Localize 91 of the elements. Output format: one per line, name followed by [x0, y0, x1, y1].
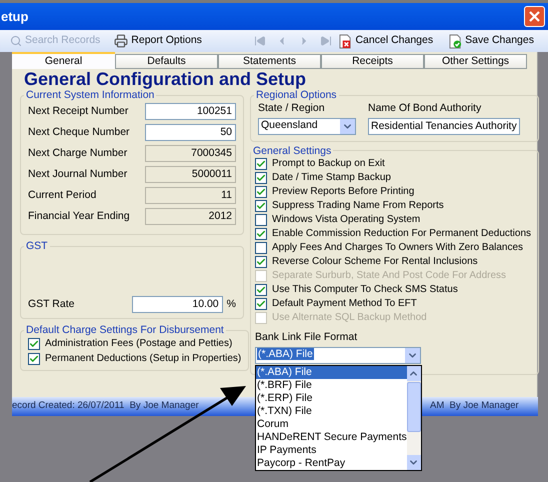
option-label: Permanent Deductions (Setup in Properties)	[45, 352, 242, 366]
number-field[interactable]: 2012	[145, 208, 236, 225]
check-icon	[256, 228, 266, 239]
group-title: Regional Options	[255, 89, 338, 101]
option-label: Enable Commission Reduction For Permanent Deductions	[272, 227, 532, 242]
tab[interactable]: Defaults	[115, 54, 218, 69]
checkbox[interactable]	[255, 256, 267, 268]
option-label: Date / Time Stamp Backup	[272, 171, 391, 186]
checkbox[interactable]	[255, 284, 267, 296]
field-label: GST Rate	[28, 296, 74, 312]
field-label: Next Receipt Number	[28, 104, 128, 119]
dropdown-option[interactable]: (*.TXN) File	[256, 404, 407, 418]
option-label: Apply Fees And Charges To Owners With Zero Balances	[272, 241, 524, 256]
field-label: Bank Link File Format	[255, 330, 358, 345]
option-label: Use Alternate SQL Backup Method	[272, 311, 427, 326]
number-field[interactable]: 7000345	[145, 145, 236, 162]
checkbox[interactable]	[255, 214, 267, 226]
check-icon	[256, 158, 266, 169]
option-label: Suppress Trading Name From Reports	[272, 199, 444, 214]
text-field[interactable]: Residential Tenancies Authority	[368, 118, 520, 135]
selected-value: (*.ABA) File	[257, 348, 314, 360]
check-icon	[256, 256, 266, 267]
scrollbar[interactable]	[406, 366, 421, 470]
option-label: Preview Reports Before Printing	[272, 185, 414, 200]
check-icon	[256, 284, 266, 295]
field-label: Current Period	[28, 188, 96, 203]
number-field[interactable]: 5000011	[145, 166, 236, 183]
checkbox[interactable]	[255, 172, 267, 184]
tab[interactable]: Receipts	[321, 54, 424, 69]
dropdown-option[interactable]: Corum	[256, 418, 407, 430]
number-field[interactable]: 100251	[145, 103, 236, 120]
option-label: Reverse Colour Scheme For Rental Inclusions	[272, 255, 478, 270]
state-select[interactable]: Queensland	[258, 118, 356, 135]
scroll-thumb[interactable]	[406, 382, 421, 432]
checkbox[interactable]	[255, 158, 267, 170]
save-button[interactable]: Save Changes	[447, 33, 536, 49]
close-button[interactable]	[524, 6, 545, 27]
tab[interactable]: General	[12, 52, 115, 69]
check-icon	[256, 186, 266, 197]
unit-label: %	[226, 296, 236, 312]
dropdown-option[interactable]: Paycorp - RentPay	[256, 456, 407, 470]
option-label: Windows Vista Operating System	[272, 213, 420, 228]
field-label: Next Journal Number	[28, 166, 128, 182]
check-icon	[256, 172, 266, 183]
field-label: Next Charge Number	[28, 146, 128, 161]
tab[interactable]: Statements	[218, 54, 321, 69]
skip-back-icon	[254, 35, 266, 47]
field-label: Next Cheque Number	[28, 124, 130, 140]
number-field[interactable]: 11	[145, 187, 236, 204]
checkbox[interactable]	[255, 186, 267, 198]
checkbox[interactable]	[255, 200, 267, 212]
cancel-button[interactable]: Cancel Changes	[337, 33, 436, 49]
check-icon	[256, 200, 266, 211]
option-label: Default Payment Method To EFT	[272, 297, 417, 312]
checkbox[interactable]	[255, 298, 267, 310]
print-button[interactable]: Report Options	[112, 33, 204, 49]
option-label: Administration Fees (Postage and Petties)	[45, 337, 232, 351]
dropdown-option[interactable]: HANDeRENT Secure Payments	[256, 430, 407, 444]
field-label: State / Region	[258, 101, 326, 116]
group-title: General Settings	[252, 144, 332, 157]
dropdown-option[interactable]: IP Payments	[256, 444, 407, 456]
status-text: AM By Joe Manager	[430, 399, 519, 414]
option-label: Prompt to Backup on Exit	[272, 157, 385, 172]
printer-icon	[114, 34, 128, 48]
checkbox[interactable]	[255, 228, 267, 240]
close-icon	[529, 11, 540, 22]
group-title: Default Charge Settings For Disbursement	[25, 324, 225, 336]
option-label: Separate Surburb, State And Post Code For Address	[272, 269, 506, 284]
dropdown-option[interactable]: (*.ABA) File	[256, 366, 407, 378]
option-label: Use This Computer To Check SMS Status	[272, 283, 458, 298]
skip-forward-icon	[320, 35, 332, 47]
dropdown-option[interactable]: (*.BRF) File	[256, 378, 407, 392]
check-icon	[256, 298, 266, 309]
search-icon	[10, 35, 22, 47]
checkbox[interactable]	[28, 352, 40, 364]
field-label: Name Of Bond Authority	[368, 101, 482, 116]
dropdown-option[interactable]: (*.ERP) File	[256, 392, 407, 404]
status-text: ecord Created: 26/07/2011 By Joe Manager	[12, 400, 199, 412]
group-title: Current System Information	[25, 89, 156, 101]
document-check-icon	[449, 34, 462, 48]
document-cross-icon	[339, 34, 352, 48]
bank-link-select[interactable]: (*.ABA) File	[255, 346, 421, 364]
gst-rate-field[interactable]: 10.00	[132, 296, 223, 313]
checkbox[interactable]	[28, 338, 40, 350]
group-title: GST	[25, 240, 49, 252]
page-heading: General Configuration and Setup	[23, 69, 308, 89]
window-title: etup	[1, 8, 28, 26]
number-field[interactable]: 50	[145, 124, 236, 141]
tab[interactable]: Other Settings	[424, 54, 527, 69]
checkbox[interactable]	[255, 242, 267, 254]
field-label: Financial Year Ending	[28, 208, 130, 224]
